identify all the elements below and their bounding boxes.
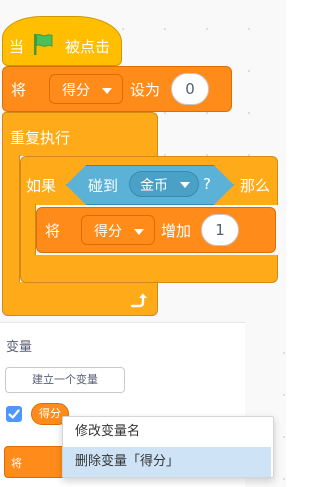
change-variable-block[interactable]: 将 得分 增加 1	[36, 207, 276, 253]
palette-set-variable-block[interactable]: 将	[4, 446, 66, 478]
dropdown-caret-icon	[102, 88, 112, 94]
forever-label: 重复执行	[10, 129, 71, 147]
dropdown-caret-icon	[180, 182, 190, 188]
variable-dropdown[interactable]: 得分	[49, 74, 123, 104]
checkmark-icon	[8, 409, 20, 419]
variable-dropdown[interactable]: 得分	[81, 215, 155, 245]
touching-target-label: 金币	[140, 178, 168, 194]
dropdown-caret-icon	[134, 229, 144, 235]
code-workspace[interactable]: 当 被点击 将 得分 设为 0 重复执行 如果 那么 碰到 金币 ? 将 得分 …	[0, 0, 286, 322]
set-label: 将	[11, 81, 27, 99]
loop-arrow-icon	[128, 290, 148, 310]
touching-question-mark: ?	[203, 175, 211, 193]
green-flag-icon	[32, 32, 54, 56]
set-variable-block[interactable]: 将 得分 设为 0	[2, 66, 232, 112]
variable-context-menu: 修改变量名 删除变量「得分」	[62, 416, 274, 478]
set-value-input[interactable]: 0	[171, 73, 209, 105]
touching-target-dropdown[interactable]: 金币	[129, 171, 199, 197]
clicked-label: 被点击	[65, 38, 111, 56]
set-to-label: 设为	[130, 81, 161, 99]
if-label: 如果	[26, 177, 57, 195]
then-label: 那么	[240, 177, 271, 195]
menu-item-delete-variable[interactable]: 删除变量「得分」	[63, 447, 271, 477]
if-bottom	[20, 255, 278, 283]
variable-dropdown-label: 得分	[94, 224, 122, 240]
forever-arm	[2, 155, 20, 283]
menu-item-rename-variable[interactable]: 修改变量名	[63, 417, 271, 447]
touching-label: 碰到	[88, 177, 119, 195]
change-label: 将	[45, 222, 61, 240]
variable-checkbox[interactable]	[6, 406, 22, 422]
variable-dropdown-label: 得分	[62, 83, 90, 99]
change-by-label: 增加	[161, 222, 192, 240]
if-arm	[20, 204, 36, 256]
palette-divider	[0, 322, 245, 323]
palette-set-label: 将	[11, 457, 22, 470]
make-variable-button[interactable]: 建立一个变量	[5, 367, 125, 393]
variables-section-title: 变量	[6, 340, 33, 355]
when-flag-clicked-block[interactable]: 当 被点击	[2, 16, 122, 66]
change-value-input[interactable]: 1	[201, 214, 239, 246]
when-label: 当	[9, 38, 25, 56]
